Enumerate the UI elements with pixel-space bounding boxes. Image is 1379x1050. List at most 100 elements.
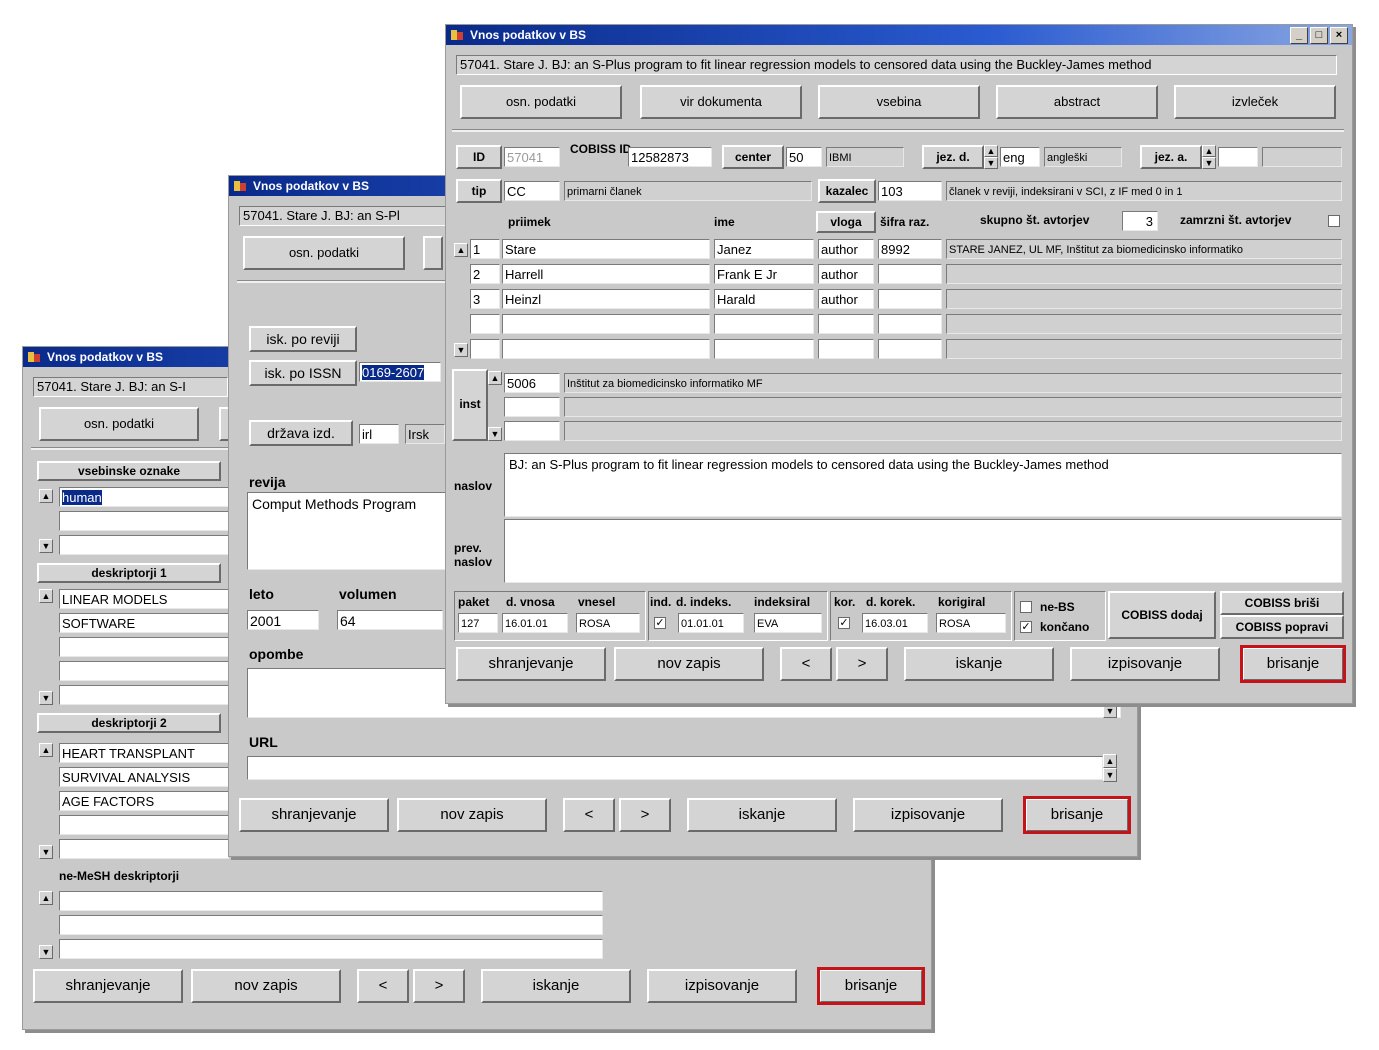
- center-code-input[interactable]: 50: [786, 147, 822, 167]
- save-button[interactable]: shranjevanje: [239, 798, 389, 832]
- volume-input[interactable]: 64: [337, 610, 443, 630]
- next-button[interactable]: >: [619, 798, 671, 832]
- author-role-input[interactable]: author: [818, 264, 874, 284]
- scroll-up-icon[interactable]: ▲: [454, 243, 468, 257]
- author-name-input[interactable]: Harald: [714, 289, 814, 309]
- tab-content[interactable]: vsebina: [818, 85, 980, 119]
- spinner-up-icon[interactable]: ▲: [1202, 145, 1216, 157]
- author-name-input[interactable]: [714, 314, 814, 334]
- entered-by-input[interactable]: ROSA: [576, 613, 640, 633]
- author-role-input[interactable]: author: [818, 239, 874, 259]
- prev-button[interactable]: <: [357, 969, 409, 1003]
- year-input[interactable]: 2001: [247, 610, 319, 630]
- maximize-icon[interactable]: □: [1310, 27, 1328, 44]
- tab-source-document[interactable]: [423, 236, 443, 270]
- author-role-input[interactable]: [818, 314, 874, 334]
- scroll-up-icon[interactable]: ▲: [39, 489, 53, 503]
- author-code-input[interactable]: [878, 264, 942, 284]
- save-button[interactable]: shranjevanje: [33, 969, 183, 1003]
- indexed-by-input[interactable]: EVA: [754, 613, 822, 633]
- tab-extract[interactable]: izvleček: [1174, 85, 1336, 119]
- author-no-input[interactable]: 3: [470, 289, 500, 309]
- descriptors-1-button[interactable]: deskriptorji 1: [37, 563, 221, 583]
- descriptors-2-button[interactable]: deskriptorji 2: [37, 713, 221, 733]
- author-role-input[interactable]: [818, 339, 874, 359]
- tab-basic-data[interactable]: osn. podatki: [39, 407, 199, 441]
- institution-code-input-1[interactable]: 5006: [504, 373, 560, 393]
- delete-button[interactable]: brisanje: [1023, 796, 1131, 834]
- packet-input[interactable]: 127: [458, 613, 498, 633]
- author-surname-input[interactable]: [502, 339, 710, 359]
- descriptor-1-input-5[interactable]: [59, 685, 229, 705]
- scroll-down-icon[interactable]: ▼: [454, 343, 468, 357]
- descriptor-1-input-3[interactable]: [59, 637, 229, 657]
- print-button[interactable]: izpisovanje: [853, 798, 1003, 832]
- correction-date-input[interactable]: 16.03.01: [862, 613, 928, 633]
- author-code-input[interactable]: [878, 314, 942, 334]
- author-name-input[interactable]: Janez: [714, 239, 814, 259]
- cobiss-fix-button[interactable]: COBISS popravi: [1220, 615, 1344, 639]
- cobiss-id-input[interactable]: 12582873: [628, 147, 712, 167]
- author-surname-input[interactable]: Harrell: [502, 264, 710, 284]
- journal-input[interactable]: Comput Methods Program: [247, 492, 447, 570]
- descriptor-1-input-2[interactable]: SOFTWARE: [59, 613, 229, 633]
- scroll-down-icon[interactable]: ▼: [39, 539, 53, 553]
- issn-input[interactable]: 0169-2607: [359, 362, 441, 382]
- non-mesh-input-1[interactable]: [59, 891, 603, 911]
- scroll-down-icon[interactable]: ▼: [488, 427, 502, 441]
- lang-abstract-button[interactable]: jez. a.: [1140, 145, 1202, 169]
- institution-code-input-3[interactable]: [504, 421, 560, 441]
- finished-checkbox[interactable]: ✓: [1020, 621, 1032, 633]
- country-button[interactable]: država izd.: [249, 420, 353, 446]
- author-no-input[interactable]: 1: [470, 239, 500, 259]
- corrected-by-input[interactable]: ROSA: [936, 613, 1006, 633]
- scroll-up-icon[interactable]: ▲: [39, 589, 53, 603]
- author-code-input[interactable]: [878, 339, 942, 359]
- search-button[interactable]: iskanje: [904, 647, 1054, 681]
- tab-source-document[interactable]: vir dokumenta: [640, 85, 802, 119]
- cobiss-delete-button[interactable]: COBISS briši: [1220, 591, 1344, 615]
- print-button[interactable]: izpisovanje: [647, 969, 797, 1003]
- type-button[interactable]: tip: [456, 179, 502, 203]
- subject-headings-button[interactable]: vsebinske oznake: [37, 461, 221, 481]
- descriptor-2-input-5[interactable]: [59, 839, 229, 859]
- author-no-input[interactable]: [470, 314, 500, 334]
- type-code-input[interactable]: CC: [504, 181, 560, 201]
- prev-button[interactable]: <: [563, 798, 615, 832]
- tab-basic-data[interactable]: osn. podatki: [460, 85, 622, 119]
- author-no-input[interactable]: [470, 339, 500, 359]
- subject-input-3[interactable]: [59, 535, 229, 555]
- total-authors-input[interactable]: 3: [1122, 211, 1158, 231]
- scroll-up-icon[interactable]: ▲: [39, 743, 53, 757]
- author-surname-input[interactable]: Heinzl: [502, 289, 710, 309]
- center-button[interactable]: center: [722, 145, 784, 169]
- tab-basic-data[interactable]: osn. podatki: [243, 236, 405, 270]
- entry-date-input[interactable]: 16.01.01: [502, 613, 568, 633]
- lang-abstract-code-input[interactable]: [1218, 147, 1258, 167]
- descriptor-2-input-1[interactable]: HEART TRANSPLANT: [59, 743, 229, 763]
- freeze-authors-checkbox[interactable]: [1328, 215, 1340, 227]
- next-button[interactable]: >: [836, 647, 888, 681]
- cobiss-add-button[interactable]: COBISS dodaj: [1108, 591, 1216, 639]
- search-button[interactable]: iskanje: [687, 798, 837, 832]
- spinner-down-icon[interactable]: ▼: [984, 157, 998, 169]
- descriptor-1-input-4[interactable]: [59, 661, 229, 681]
- url-input[interactable]: [247, 756, 1103, 780]
- prev-button[interactable]: <: [780, 647, 832, 681]
- corrected-checkbox[interactable]: ✓: [838, 617, 850, 629]
- scroll-down-icon[interactable]: ▼: [39, 945, 53, 959]
- descriptor-2-input-4[interactable]: [59, 815, 229, 835]
- author-name-input[interactable]: [714, 339, 814, 359]
- author-no-input[interactable]: 2: [470, 264, 500, 284]
- author-surname-input[interactable]: [502, 314, 710, 334]
- delete-button[interactable]: brisanje: [1240, 645, 1346, 683]
- country-code-input[interactable]: irl: [359, 424, 399, 444]
- scroll-up-icon[interactable]: ▲: [1103, 754, 1117, 768]
- scroll-up-icon[interactable]: ▲: [488, 371, 502, 385]
- print-button[interactable]: izpisovanje: [1070, 647, 1220, 681]
- col-role-button[interactable]: vloga: [816, 211, 876, 233]
- search-by-journal-button[interactable]: isk. po reviji: [249, 326, 357, 352]
- translated-title-input[interactable]: [504, 519, 1342, 583]
- new-record-button[interactable]: nov zapis: [397, 798, 547, 832]
- scroll-down-icon[interactable]: ▼: [1103, 768, 1117, 782]
